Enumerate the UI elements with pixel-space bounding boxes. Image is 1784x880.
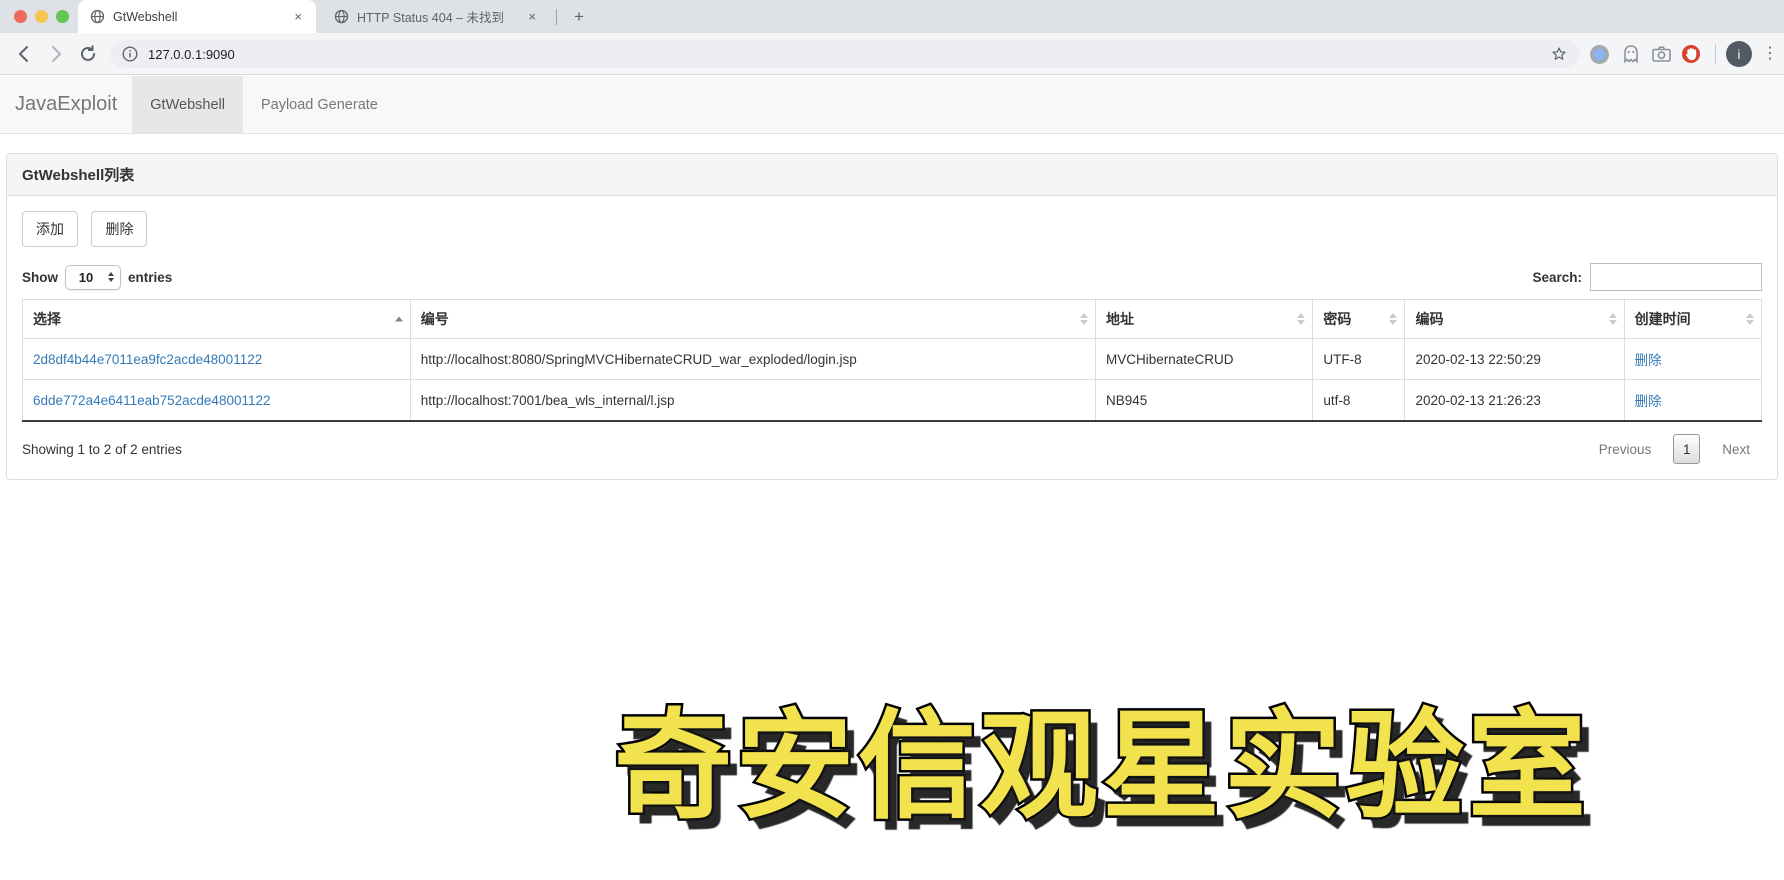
nav-item-payload-generate[interactable]: Payload Generate [243, 76, 396, 133]
delete-row-link[interactable]: 删除 [1635, 394, 1662, 409]
column-header-created[interactable]: 创建时间 [1623, 299, 1763, 339]
add-button[interactable]: 添加 [22, 211, 78, 247]
show-label: Show [22, 269, 58, 285]
panel-title: GtWebshell列表 [7, 154, 1777, 196]
url-bar[interactable]: 127.0.0.1:9090 [110, 40, 1580, 68]
datatable-controls: Show 10 entries Search: [22, 263, 1762, 291]
column-header-encoding[interactable]: 编码 [1404, 299, 1625, 339]
table-row: 2d8df4b44e7011ea9fc2acde48001122 http://… [22, 338, 1763, 380]
toolbar-separator [1715, 44, 1716, 64]
table-row: 6dde772a4e6411eab752acde48001122 http://… [22, 379, 1763, 422]
entries-label: entries [128, 269, 173, 285]
tab-http-404[interactable]: HTTP Status 404 – 未找到 × [322, 0, 550, 33]
page-number-button[interactable]: 1 [1673, 434, 1701, 464]
sort-both-icon [1746, 313, 1754, 325]
column-header-password[interactable]: 密码 [1312, 299, 1406, 339]
delete-row-link[interactable]: 删除 [1635, 353, 1662, 368]
browser-toolbar: 127.0.0.1:9090 i ⋮ [0, 33, 1784, 75]
column-header-number[interactable]: 编号 [409, 299, 1096, 339]
page-length-control: Show 10 entries [22, 264, 173, 290]
globe-icon [90, 9, 105, 24]
table-header-row: 选择 编号 地址 密码 编码 创建时间 [22, 299, 1763, 339]
search-label: Search: [1532, 269, 1582, 285]
url-text: 127.0.0.1:9090 [148, 46, 235, 62]
reload-icon[interactable] [76, 42, 100, 66]
webshell-password-cell: NB945 [1094, 379, 1314, 422]
webshell-table: 选择 编号 地址 密码 编码 创建时间 2d8df4b44e7011ea9fc2… [22, 299, 1763, 422]
profile-avatar[interactable]: i [1726, 41, 1752, 67]
page-length-value: 10 [78, 269, 94, 285]
tab-title: HTTP Status 404 – 未找到 [357, 11, 505, 25]
close-icon[interactable]: × [526, 9, 538, 24]
app-navbar: JavaExploit GtWebshell Payload Generate [0, 76, 1784, 134]
window-minimize-button[interactable] [35, 10, 48, 23]
forward-icon[interactable] [44, 42, 68, 66]
back-icon[interactable] [12, 42, 36, 66]
extension-fingerprint-icon[interactable] [1588, 43, 1610, 65]
webshell-id-link[interactable]: 6dde772a4e6411eab752acde48001122 [33, 393, 271, 408]
pagination: Previous 1 Next [1587, 434, 1762, 464]
webshell-encoding-cell: UTF-8 [1312, 338, 1406, 380]
select-stepper-icon [106, 272, 120, 282]
nav-item-gtwebshell[interactable]: GtWebshell [132, 76, 243, 133]
window-close-button[interactable] [14, 10, 27, 23]
extension-ghost-icon[interactable] [1620, 43, 1642, 65]
globe-icon [334, 9, 349, 24]
sort-asc-icon [394, 316, 403, 322]
browser-menu-icon[interactable]: ⋮ [1762, 42, 1778, 66]
search-control: Search: [1532, 263, 1762, 291]
page-content: JavaExploit GtWebshell Payload Generate … [0, 76, 1784, 880]
bookmark-star-icon[interactable] [1550, 45, 1568, 63]
column-header-select[interactable]: 选择 [22, 299, 411, 339]
webshell-url-cell: http://localhost:8080/SpringMVCHibernate… [409, 338, 1096, 380]
tab-divider [556, 9, 557, 25]
site-info-icon[interactable] [122, 46, 138, 62]
page-length-select[interactable]: 10 [65, 264, 121, 290]
sort-both-icon [1297, 313, 1306, 325]
column-header-address[interactable]: 地址 [1094, 299, 1314, 339]
extension-adblock-icon[interactable] [1680, 43, 1702, 65]
sort-both-icon [1389, 313, 1398, 325]
panel-body: 添加 删除 Show 10 entries Search: 选择 编号 地址 密… [7, 196, 1777, 479]
search-input[interactable] [1590, 263, 1762, 291]
webshell-password-cell: MVCHibernateCRUD [1094, 338, 1314, 380]
new-tab-button[interactable]: + [566, 5, 592, 29]
table-info: Showing 1 to 2 of 2 entries [22, 441, 182, 457]
tab-gtwebshell[interactable]: GtWebshell × [78, 0, 316, 33]
delete-button[interactable]: 删除 [91, 211, 148, 247]
webshell-created-cell: 2020-02-13 22:50:29 [1404, 338, 1625, 380]
next-page-button[interactable]: Next [1710, 436, 1762, 463]
tab-title: GtWebshell [113, 9, 178, 24]
sort-both-icon [1079, 313, 1088, 325]
browser-tabstrip: GtWebshell × HTTP Status 404 – 未找到 × + [0, 0, 1784, 33]
navbar-brand[interactable]: JavaExploit [0, 76, 132, 133]
sort-both-icon [1608, 313, 1617, 325]
previous-page-button[interactable]: Previous [1587, 436, 1664, 463]
gtwebshell-panel: GtWebshell列表 添加 删除 Show 10 entries Searc… [6, 153, 1778, 480]
webshell-created-cell: 2020-02-13 21:26:23 [1404, 379, 1625, 422]
datatable-footer: Showing 1 to 2 of 2 entries Previous 1 N… [22, 434, 1762, 464]
close-icon[interactable]: × [292, 9, 304, 24]
extension-camera-icon[interactable] [1650, 43, 1672, 65]
webshell-url-cell: http://localhost:7001/bea_wls_internal/l… [409, 379, 1096, 422]
webshell-encoding-cell: utf-8 [1312, 379, 1406, 422]
webshell-id-link[interactable]: 2d8df4b44e7011ea9fc2acde48001122 [33, 352, 262, 367]
window-zoom-button[interactable] [56, 10, 69, 23]
